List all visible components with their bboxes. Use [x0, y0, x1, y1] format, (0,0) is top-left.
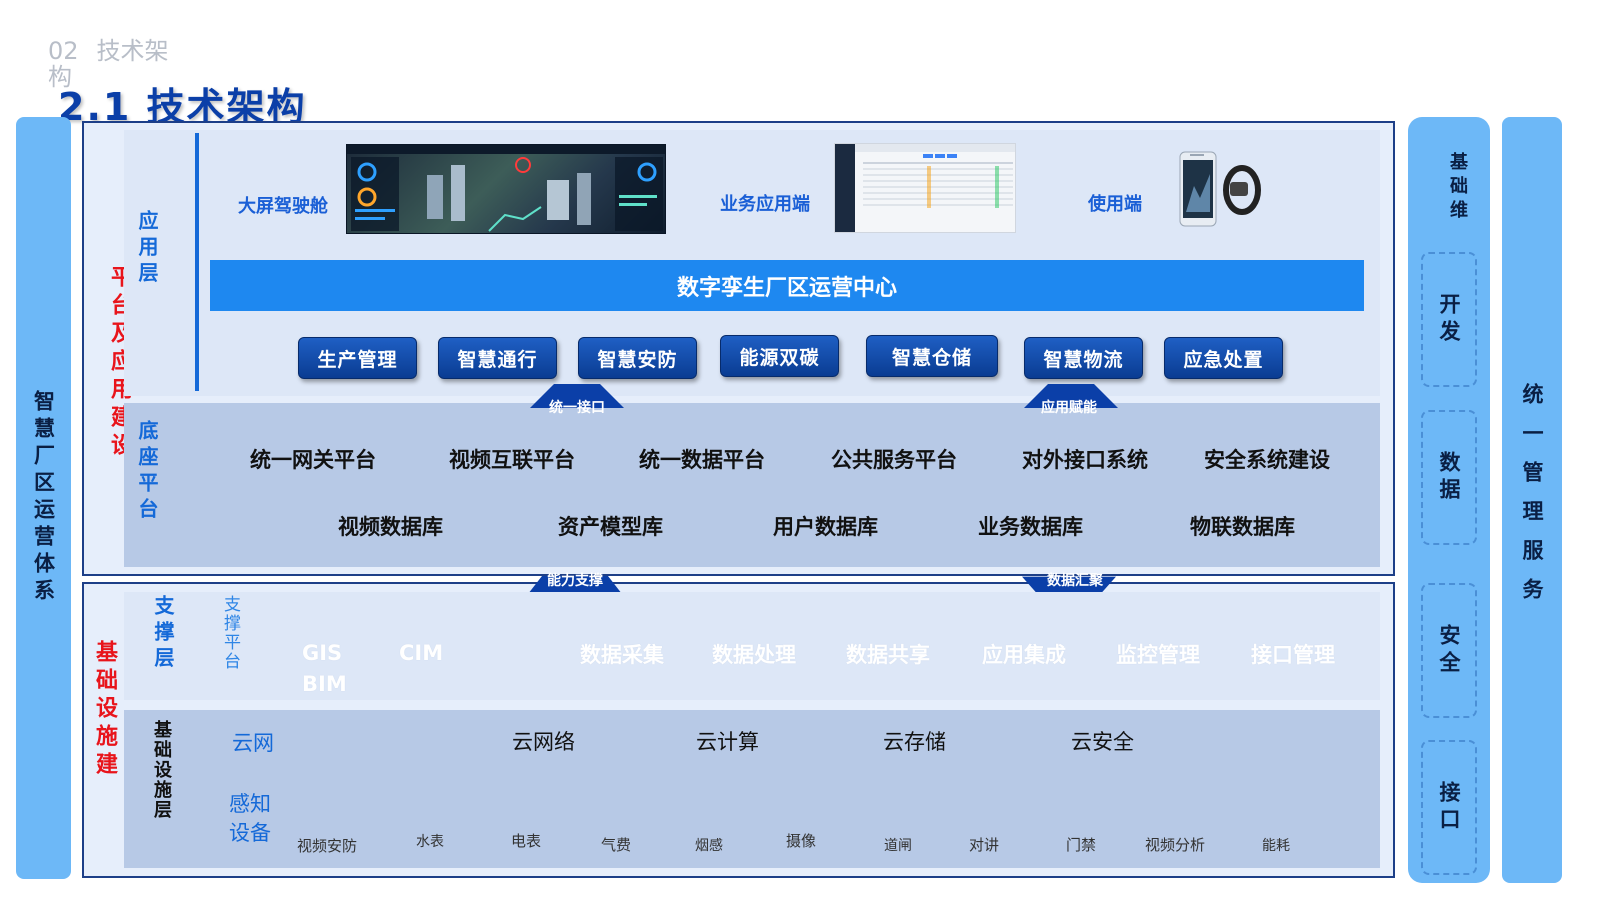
cloud-item-storage: 云存储	[883, 730, 946, 754]
support-item-process: 数据处理	[712, 643, 796, 667]
ops-box-interface: 接口	[1421, 740, 1477, 875]
base-item-gateway: 统一网关平台	[250, 448, 376, 472]
sense-device-label: 感知设备	[229, 792, 271, 845]
sense-item-water-meter: 水表	[416, 834, 444, 850]
base-item-data: 统一数据平台	[639, 448, 765, 472]
web-app-screenshot	[834, 143, 1016, 233]
right-bar-text: 统一管理服务	[1520, 383, 1544, 617]
ops-box-security: 安全	[1421, 583, 1477, 718]
ops-box-data: 数据	[1421, 410, 1477, 545]
app-button-energy[interactable]: 能源双碳	[720, 335, 839, 377]
app-layer-divider	[195, 133, 199, 391]
app-button-emergency[interactable]: 应急处置	[1164, 337, 1283, 379]
sense-item-door: 门禁	[1066, 836, 1097, 854]
terminal-user-label: 使用端	[1088, 194, 1142, 215]
terminal-screen-label: 大屏驾驶舱	[238, 196, 328, 217]
support-platform-label: 支撑平台	[220, 595, 240, 671]
app-button-logistics[interactable]: 智慧物流	[1024, 337, 1143, 379]
app-button-access[interactable]: 智慧通行	[438, 337, 557, 379]
base-item-video: 视频互联平台	[449, 448, 575, 472]
right-bar-label: 统一管理服务	[1502, 117, 1562, 883]
cloud-item-network: 云网络	[512, 730, 575, 754]
arrow-label-data-aggregation: 数据汇聚	[1047, 573, 1103, 589]
left-bar-label: 智慧厂区运营体系	[16, 117, 71, 879]
db-iot: 物联数据库	[1190, 515, 1295, 539]
support-item-cim: CIM	[399, 641, 444, 665]
infrastructure-group-label: 基础设施建	[92, 640, 117, 780]
db-video: 视频数据库	[338, 515, 443, 539]
cloud-network-label: 云网	[232, 731, 274, 755]
base-item-public: 公共服务平台	[831, 448, 957, 472]
sense-item-camera: 摄像	[786, 832, 817, 850]
sense-item-smoke: 烟感	[695, 838, 723, 854]
app-button-security[interactable]: 智慧安防	[578, 337, 697, 379]
sense-item-video-security: 视频安防	[297, 837, 358, 855]
infra-layer-label: 基础设施层	[151, 720, 172, 820]
base-platform-panel	[124, 403, 1380, 567]
sense-item-electric-meter: 电表	[511, 832, 542, 850]
sense-item-intercom: 对讲	[969, 836, 1000, 854]
support-item-interface: 接口管理	[1251, 643, 1335, 667]
base-layer-label: 底座平台	[135, 420, 159, 524]
app-layer-label: 应用层	[135, 210, 159, 288]
app-button-production[interactable]: 生产管理	[298, 337, 417, 379]
phone-and-wristband-icon	[1178, 150, 1268, 240]
section-number: 02	[48, 37, 79, 65]
support-item-collect: 数据采集	[580, 643, 664, 667]
cloud-item-security: 云安全	[1071, 730, 1134, 754]
digital-twin-center-band: 数字孪生厂区运营中心	[210, 260, 1364, 311]
arrow-label-capability: 能力支撑	[547, 573, 603, 589]
db-user: 用户数据库	[773, 515, 878, 539]
support-item-integration: 应用集成	[982, 643, 1066, 667]
sense-item-energy: 能耗	[1262, 838, 1290, 854]
db-asset: 资产模型库	[558, 515, 663, 539]
terminal-biz-label: 业务应用端	[720, 194, 810, 215]
left-bar-text: 智慧厂区运营体系	[31, 390, 56, 606]
cloud-item-compute: 云计算	[696, 730, 759, 754]
app-button-warehouse[interactable]: 智慧仓储	[866, 335, 998, 377]
arrow-label-unified-interface: 统一接口	[549, 400, 605, 416]
ops-top-label: 基础维	[1447, 152, 1468, 224]
support-layer-label: 支撑层	[151, 595, 175, 673]
base-item-interface: 对外接口系统	[1022, 448, 1148, 472]
sense-item-gas: 气费	[601, 836, 632, 854]
sense-item-barrier: 道闸	[884, 838, 912, 854]
support-item-bim: BIM	[302, 672, 347, 696]
sense-item-video-analysis: 视频分析	[1145, 836, 1206, 854]
ops-box-dev: 开发	[1421, 252, 1477, 387]
support-item-gis: GIS	[302, 641, 343, 665]
db-business: 业务数据库	[978, 515, 1083, 539]
support-item-monitor: 监控管理	[1116, 643, 1200, 667]
base-item-security: 安全系统建设	[1204, 448, 1330, 472]
dashboard-screenshot	[346, 144, 666, 234]
support-item-share: 数据共享	[846, 643, 930, 667]
arrow-label-app-enable: 应用赋能	[1041, 400, 1097, 416]
